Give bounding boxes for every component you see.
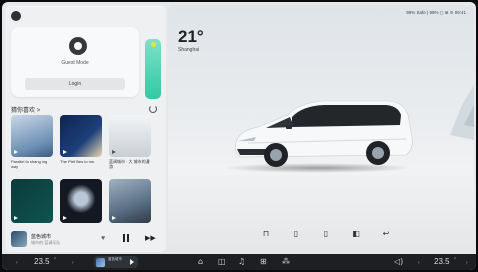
track-artist: 城市的·蓝调乐队: [31, 240, 61, 245]
passenger-temp-decrease-icon[interactable]: ‹: [418, 260, 420, 266]
car-image[interactable]: [228, 97, 418, 173]
tile-caption: Parallel to shang ing way: [11, 159, 48, 169]
door-icon[interactable]: ▯: [290, 227, 302, 239]
play-icon: [14, 150, 18, 154]
track-title: 蓝色城市: [31, 234, 52, 240]
login-button[interactable]: Login: [25, 78, 125, 90]
album-cover[interactable]: [11, 231, 27, 247]
window-icon[interactable]: ◧: [350, 227, 362, 239]
passenger-temp-increase-icon[interactable]: ›: [466, 260, 468, 266]
media-tile[interactable]: [60, 115, 102, 157]
pause-icon[interactable]: [123, 234, 129, 242]
play-icon: [63, 216, 67, 220]
trunk-icon[interactable]: ▯: [320, 227, 332, 239]
play-icon: [14, 216, 18, 220]
car-controls: ⊓ ▯ ▯ ◧ ↩: [168, 227, 474, 241]
user-card: Guest Mode Login: [11, 27, 139, 97]
apps-icon[interactable]: ⁂: [282, 257, 290, 266]
music-chip[interactable]: 蓝色城市: [94, 256, 138, 268]
music-chip-label: 蓝色城市: [108, 257, 122, 261]
temp-unit: °: [54, 257, 56, 263]
play-icon[interactable]: [130, 259, 134, 265]
guest-mode-label: Guest Mode: [61, 60, 89, 66]
temp-unit: °: [454, 257, 456, 263]
heart-icon[interactable]: ♥: [101, 235, 105, 242]
seat-icon[interactable]: ⊞: [260, 257, 267, 266]
play-icon: [63, 150, 67, 154]
volume-icon[interactable]: ◁): [394, 257, 403, 266]
driver-temperature: 23.5: [34, 257, 50, 266]
lock-icon[interactable]: ⊓: [260, 227, 272, 239]
mini-player[interactable]: 蓝色城市 城市的·蓝调乐队 ♥ ▶▶: [11, 229, 161, 249]
bottom-dock: ‹ 23.5 ° › 蓝色城市 ⌂ ◫ ♫ ⊞ ⁂ ◁) ‹ 23.5 ° ›: [2, 254, 476, 270]
media-tile[interactable]: [109, 179, 151, 223]
play-icon: [112, 216, 116, 220]
vehicle-panel: 99% Safe | 99% ◻ ⊕ ≋ 09:41 21° Shanghai: [168, 5, 474, 252]
tile-caption: The Ptrif Bes to ms: [60, 159, 95, 164]
album-cover: [96, 257, 105, 267]
tile-caption: 蓝调城市 · 大 城市的漫游: [109, 159, 150, 169]
home-icon[interactable]: ⌂: [198, 257, 203, 266]
profile-icon[interactable]: [11, 11, 21, 21]
media-tile[interactable]: [11, 179, 53, 223]
left-panel: Guest Mode Login 猜你喜欢 > Parallel to shan…: [5, 5, 166, 252]
music-icon[interactable]: ♫: [238, 257, 245, 266]
outside-temperature: 21°: [178, 27, 204, 46]
car-icon[interactable]: ◫: [218, 257, 226, 266]
city-name: Shanghai: [178, 47, 200, 53]
airplane-tail-icon: [450, 85, 474, 140]
car-infotainment-screen: Guest Mode Login 猜你喜欢 > Parallel to shan…: [2, 2, 476, 270]
temp-increase-icon[interactable]: ›: [72, 260, 74, 266]
refresh-icon[interactable]: [149, 105, 157, 113]
temp-decrease-icon[interactable]: ‹: [16, 260, 18, 266]
notification-dot-icon: [151, 42, 156, 47]
status-bar: 99% Safe | 99% ◻ ⊕ ≋ 09:41: [406, 10, 466, 15]
media-tile[interactable]: [11, 115, 53, 157]
media-tile[interactable]: [60, 179, 102, 223]
play-icon: [112, 150, 116, 154]
return-icon[interactable]: ↩: [380, 227, 392, 239]
next-track-icon[interactable]: ▶▶: [145, 234, 156, 242]
passenger-temperature: 23.5: [434, 257, 450, 266]
card-accent[interactable]: [145, 39, 161, 99]
recommend-title[interactable]: 猜你喜欢 >: [11, 105, 40, 114]
avatar[interactable]: [69, 37, 87, 55]
media-tile[interactable]: [109, 115, 151, 157]
